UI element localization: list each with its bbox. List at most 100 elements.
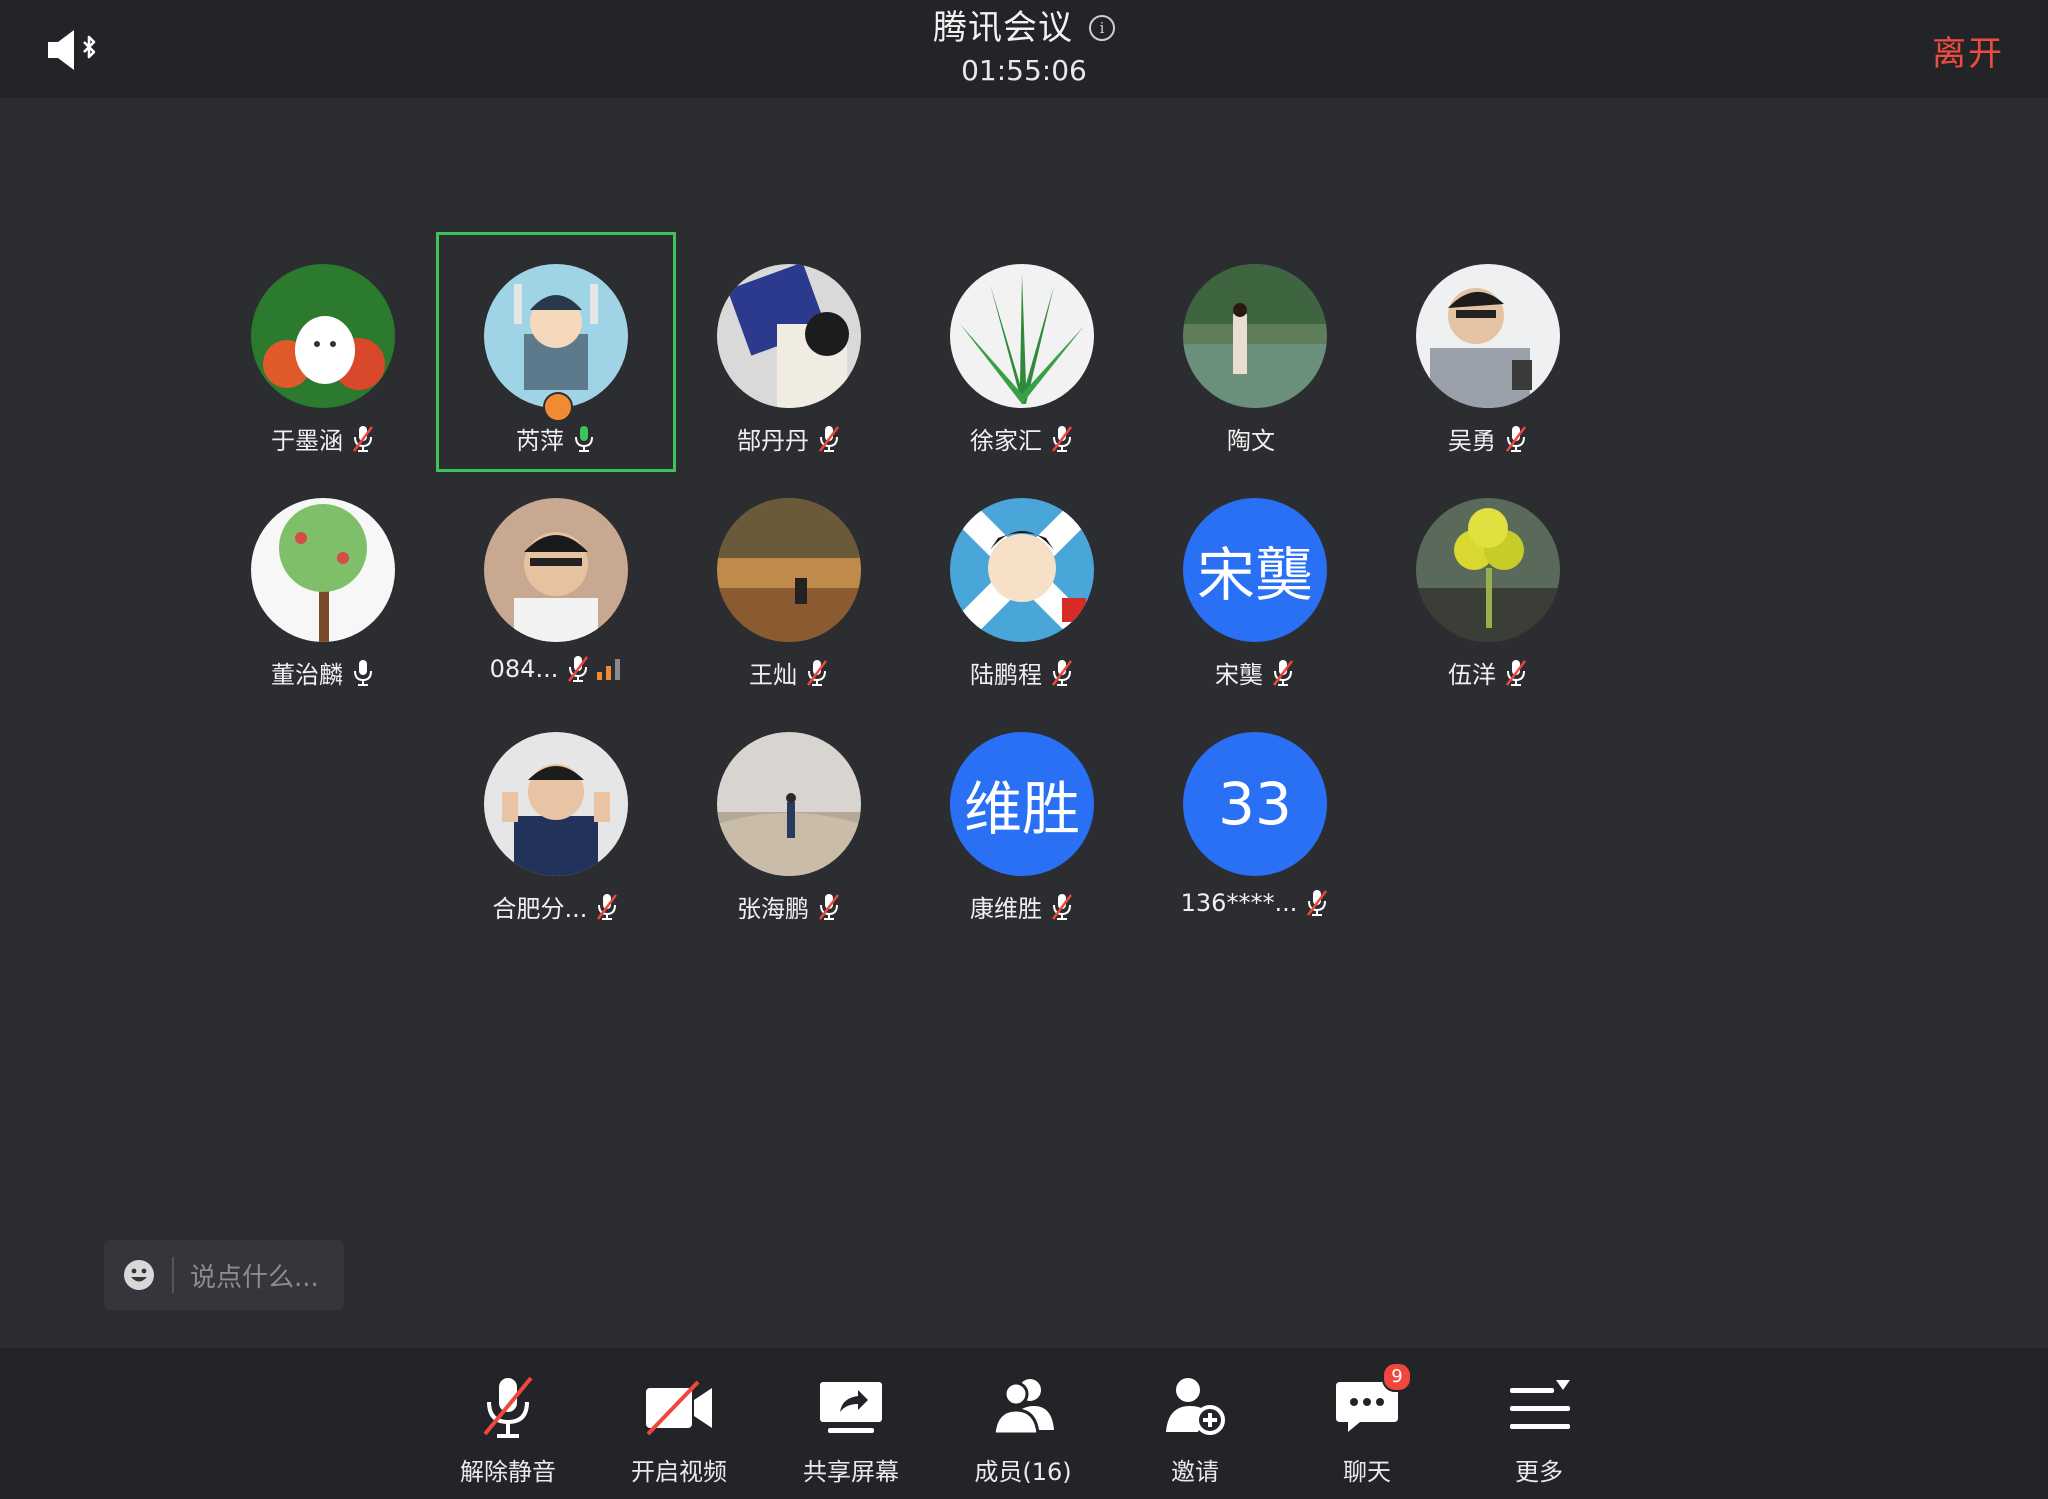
participant-name: 合肥分... <box>492 895 588 923</box>
mic-muted-icon <box>597 893 618 920</box>
chat-label: 聊天 <box>1343 1458 1391 1486</box>
unmute-label: 解除静音 <box>460 1458 556 1486</box>
participant-avatar <box>1183 264 1327 408</box>
avatar-initials: 维胜 <box>963 775 1080 843</box>
video-off-icon <box>646 1380 712 1436</box>
participant-avatar <box>484 498 628 642</box>
participant-name: 陆鹏程 <box>970 661 1042 689</box>
participant-tile[interactable]: 陶文 <box>1138 235 1372 469</box>
participant-avatar <box>1416 264 1560 408</box>
participant-avatar <box>484 264 628 408</box>
chat-input[interactable]: 说点什么... <box>104 1240 344 1310</box>
invite-user-icon <box>1166 1378 1225 1435</box>
mic-muted-icon <box>1273 659 1293 686</box>
video-label: 开启视频 <box>631 1458 727 1486</box>
mic-muted-icon <box>1307 890 1328 916</box>
participant-avatar <box>251 498 395 642</box>
mic-icon <box>575 425 593 452</box>
bottom-toolbar: 解除静音 开启视频 共享屏幕 成员(16) 邀请 9 聊天 更多 <box>0 1348 2048 1499</box>
meeting-title: 腾讯会议 <box>933 8 1073 48</box>
mic-muted-icon <box>568 656 589 682</box>
mic-icon <box>354 659 372 686</box>
participant-tile[interactable]: 张海鹏 <box>672 703 906 937</box>
chat-unread-badge: 9 <box>1382 1362 1412 1392</box>
participant-tile[interactable]: 宋龑 宋龑 <box>1138 469 1372 703</box>
mic-muted-icon <box>1052 425 1072 452</box>
participant-name: 徐家汇 <box>970 427 1042 455</box>
participant-avatar: 宋龑 <box>1183 498 1327 642</box>
more-menu-icon <box>1510 1380 1570 1429</box>
participant-tile[interactable]: 于墨涵 <box>206 235 440 469</box>
participant-tile[interactable]: 维胜康维胜 <box>905 703 1139 937</box>
chat-button[interactable]: 9 聊天 <box>1302 1362 1432 1494</box>
avatar-initials: 33 <box>1218 770 1292 838</box>
participant-tile[interactable]: 吴勇 <box>1371 235 1605 469</box>
participant-avatar <box>251 264 395 408</box>
participant-avatar: 维胜 <box>950 732 1094 876</box>
share-screen-button[interactable]: 共享屏幕 <box>786 1374 916 1494</box>
participant-name: 136****... <box>1180 889 1298 917</box>
participant-name-row: 伍洋 <box>1371 655 1605 690</box>
participant-name-row: 芮萍 <box>439 421 673 456</box>
participant-name-row: 合肥分... <box>439 889 673 924</box>
participant-name: 王灿 <box>749 661 797 689</box>
participant-tile[interactable]: 郜丹丹 <box>672 235 906 469</box>
more-label: 更多 <box>1515 1458 1563 1486</box>
participant-name: 陶文 <box>1227 427 1275 455</box>
meeting-window: 腾讯会议 i 01:55:06 离开 于墨涵 芮萍 郜丹丹 徐家汇 陶文 吴勇 董治麟 084.… <box>0 0 2048 1499</box>
input-divider <box>172 1257 174 1293</box>
participant-avatar: 33 <box>1183 732 1327 876</box>
participant-name: 郜丹丹 <box>737 427 809 455</box>
participant-name: 董治麟 <box>271 661 343 689</box>
share-label: 共享屏幕 <box>803 1458 899 1486</box>
leave-button[interactable]: 离开 <box>1932 26 2004 75</box>
participant-name: 张海鹏 <box>737 895 809 923</box>
unmute-button[interactable]: 解除静音 <box>443 1374 573 1494</box>
participant-tile[interactable]: 徐家汇 <box>905 235 1139 469</box>
avatar-initials: 宋龑 <box>1196 541 1313 609</box>
participant-tile[interactable]: 伍洋 <box>1371 469 1605 703</box>
invite-label: 邀请 <box>1171 1458 1219 1486</box>
info-icon[interactable]: i <box>1089 15 1115 41</box>
participant-name-row: 吴勇 <box>1371 421 1605 456</box>
members-label: 成员(16) <box>974 1458 1072 1486</box>
emoji-icon[interactable] <box>122 1258 156 1292</box>
participant-name: 伍洋 <box>1448 661 1496 689</box>
host-badge-icon <box>543 392 573 422</box>
participant-tile[interactable]: 芮萍 <box>436 232 676 472</box>
title-block: 腾讯会议 i 01:55:06 <box>0 4 2048 90</box>
mic-muted-icon <box>1052 893 1072 920</box>
start-video-button[interactable]: 开启视频 <box>614 1374 744 1494</box>
participant-name-row: 王灿 <box>672 655 906 690</box>
share-screen-icon <box>820 1382 882 1433</box>
participant-name: 康维胜 <box>970 895 1042 923</box>
participant-name-row: 084... <box>439 655 673 683</box>
participant-name-row: 宋龑 <box>1138 655 1372 690</box>
invite-button[interactable]: 邀请 <box>1130 1374 1260 1494</box>
participant-name-row: 136****... <box>1138 889 1372 917</box>
participant-tile[interactable]: 合肥分... <box>439 703 673 937</box>
more-button[interactable]: 更多 <box>1474 1374 1604 1494</box>
participant-avatar <box>717 732 861 876</box>
participant-avatar <box>950 498 1094 642</box>
participant-tile[interactable]: 084... <box>439 469 673 703</box>
members-icon <box>992 1379 1054 1436</box>
participant-name: 084... <box>489 655 559 683</box>
participant-name-row: 董治麟 <box>206 655 440 690</box>
participant-tile[interactable]: 王灿 <box>672 469 906 703</box>
participant-name-row: 张海鹏 <box>672 889 906 924</box>
participant-tile[interactable]: 33 136****... <box>1138 703 1372 937</box>
mic-muted-icon <box>807 659 827 686</box>
participant-avatar <box>717 264 861 408</box>
participant-tile[interactable]: 董治麟 <box>206 469 440 703</box>
participant-avatar <box>717 498 861 642</box>
mic-muted-icon <box>1506 425 1526 452</box>
members-button[interactable]: 成员(16) <box>958 1374 1088 1494</box>
participant-avatar <box>950 264 1094 408</box>
top-bar: 腾讯会议 i 01:55:06 离开 <box>0 0 2048 98</box>
participant-name-row: 于墨涵 <box>206 421 440 456</box>
mic-muted-icon <box>353 425 373 452</box>
participant-name-row: 郜丹丹 <box>672 421 906 456</box>
participant-name: 宋龑 <box>1215 661 1263 689</box>
participant-tile[interactable]: 陆鹏程 <box>905 469 1139 703</box>
